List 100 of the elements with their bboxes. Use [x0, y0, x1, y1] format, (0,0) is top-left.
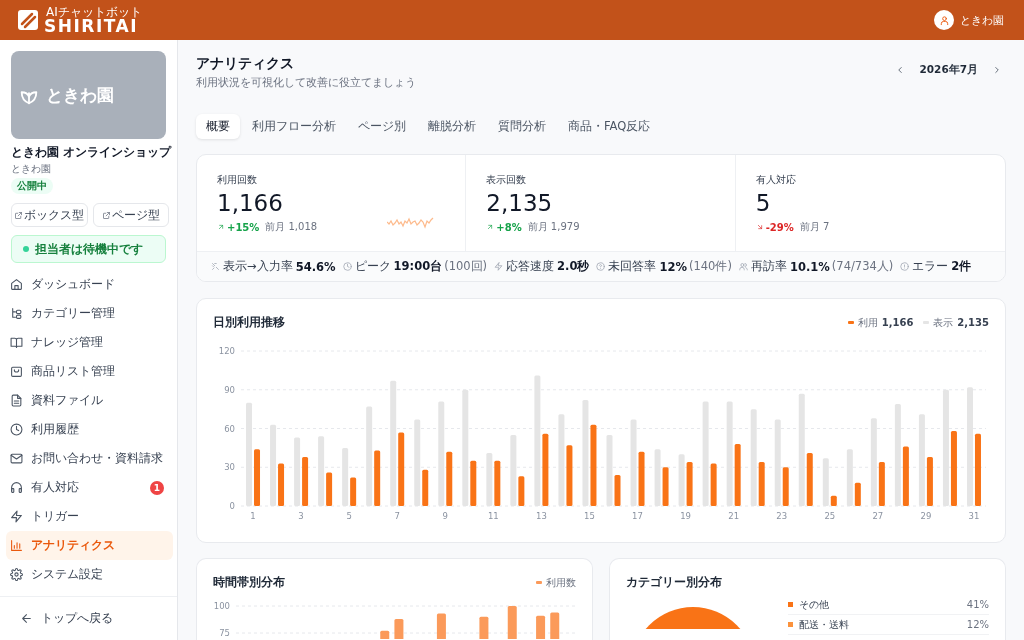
trend-change: +8%: [486, 220, 522, 234]
axis-label: 90: [224, 384, 235, 395]
external-link-icon: [14, 210, 24, 220]
axis-label: 11: [487, 511, 499, 521]
home-icon: [10, 278, 23, 291]
stat-label: 再訪率: [750, 259, 787, 274]
axis-label: 31: [968, 511, 980, 521]
status-badge: 公開中: [11, 178, 53, 194]
user-name[interactable]: ときわ園: [960, 12, 1004, 28]
stat-label: ピーク: [354, 259, 391, 274]
logo-icon: [16, 8, 40, 32]
stat-note: (140件): [689, 259, 732, 274]
external-link-icon: [101, 210, 111, 220]
bar: [550, 612, 560, 639]
axis-label: 120: [218, 346, 235, 356]
shop-name: ときわ園 オンラインショップ: [11, 145, 173, 160]
bar: [436, 613, 446, 639]
axis-label: 7: [394, 511, 400, 521]
legend-label: 配送・送料: [799, 617, 850, 632]
axis-label: 27: [872, 511, 884, 521]
stat-value: 12%: [659, 259, 687, 274]
arrow-up-right-icon: [486, 223, 495, 231]
nav-item[interactable]: ナレッジ管理: [6, 328, 173, 357]
chart-title: 日別利用推移: [213, 314, 285, 331]
tab[interactable]: 商品・FAQ反応: [558, 114, 661, 139]
chevron-right-icon: [992, 65, 1002, 75]
book-icon: [10, 336, 23, 349]
lightning-icon: [494, 262, 504, 271]
kpi-label: 表示回数: [486, 173, 528, 187]
tab[interactable]: ページ別: [348, 114, 416, 139]
axis-label: 23: [776, 511, 788, 521]
clock-icon: [10, 423, 23, 436]
users-icon: [738, 262, 748, 271]
axis-label: 13: [536, 511, 547, 521]
stat-label: エラー: [912, 259, 949, 274]
stat-value: 2件: [951, 259, 972, 274]
stat-note: (74/734人): [831, 259, 894, 274]
bar: [254, 449, 260, 506]
axis-label: 21: [728, 511, 740, 521]
nav-item[interactable]: お問い合わせ・資料請求: [6, 444, 173, 473]
headset-icon: [10, 481, 23, 494]
chart-title: カテゴリー別分布: [626, 574, 722, 591]
next-button[interactable]: [992, 65, 1002, 75]
previous-month: 前月 7: [799, 220, 830, 234]
axis-label: 3: [298, 511, 304, 521]
nav-item[interactable]: システム設定: [6, 560, 173, 589]
kpi-value: 1,166: [217, 190, 284, 216]
arrow-up-right-icon: [217, 223, 225, 231]
previous-month: 前月 1,018: [265, 220, 318, 234]
back-link[interactable]: トップへ戻る: [20, 610, 113, 627]
arrow-down-right-icon: [755, 223, 764, 231]
tab[interactable]: 離脱分析: [418, 114, 486, 139]
axis-label: 0: [229, 501, 235, 511]
preview-button[interactable]: ボックス型: [11, 203, 88, 227]
legend-label: 利用: [857, 315, 878, 330]
bar-chart-icon: [10, 539, 23, 552]
mail-icon: [10, 452, 23, 465]
page-title: アナリティクス: [196, 55, 295, 73]
period-label: 2026年7月: [919, 63, 978, 77]
nav-item[interactable]: 利用履歴: [6, 415, 173, 444]
stat-label: 表示→入力率: [223, 259, 293, 274]
axis-label: 5: [346, 511, 352, 521]
bar: [507, 606, 517, 639]
previous-month: 前月 1,979: [527, 220, 580, 234]
stat-value: 2.0秒: [557, 259, 590, 274]
nav-item[interactable]: カテゴリー管理: [6, 299, 173, 328]
kpi-label: 有人対応: [755, 173, 797, 187]
bar: [479, 616, 489, 639]
chart-title: 時間帯別分布: [213, 574, 285, 591]
page-subtitle: 利用状況を可視化して改善に役立てましょう: [196, 76, 416, 90]
axis-label: 29: [920, 511, 932, 521]
nav-item[interactable]: 商品リスト管理: [6, 357, 173, 386]
bag-icon: [10, 365, 23, 378]
nav-item[interactable]: 資料ファイル: [6, 386, 173, 415]
stat-value: 54.6%: [295, 259, 336, 274]
kpi-label: 利用回数: [217, 173, 258, 187]
axis-label: 17: [632, 511, 643, 521]
shop-owner: ときわ園: [11, 162, 52, 176]
bar: [394, 618, 404, 639]
trend-change: -29%: [755, 220, 794, 234]
nav-item[interactable]: 有人対応 1: [6, 473, 173, 502]
settings-icon: [10, 568, 23, 581]
axis-label: 30: [224, 462, 235, 473]
arrow-left-icon: [20, 612, 33, 625]
preview-button[interactable]: ページ型: [92, 203, 169, 227]
logo-tagline: AIチャットボット: [46, 5, 142, 18]
agent-status-text: 担当者は待機中です: [35, 241, 143, 257]
stat-value: 19:00台: [393, 259, 443, 274]
nav-item[interactable]: トリガー: [6, 502, 173, 531]
axis-label: 15: [584, 511, 595, 521]
tab[interactable]: 利用フロー分析: [242, 114, 346, 139]
legend-label: 表示: [933, 315, 954, 330]
tab[interactable]: 概要: [196, 114, 240, 139]
question-icon: [596, 262, 606, 271]
tab[interactable]: 質問分析: [488, 114, 556, 139]
clock-icon: [342, 262, 352, 271]
bar: [536, 615, 546, 639]
avatar[interactable]: [934, 10, 954, 30]
nav-item[interactable]: ダッシュボード: [6, 270, 173, 299]
legend-value: 1,166: [881, 317, 914, 328]
